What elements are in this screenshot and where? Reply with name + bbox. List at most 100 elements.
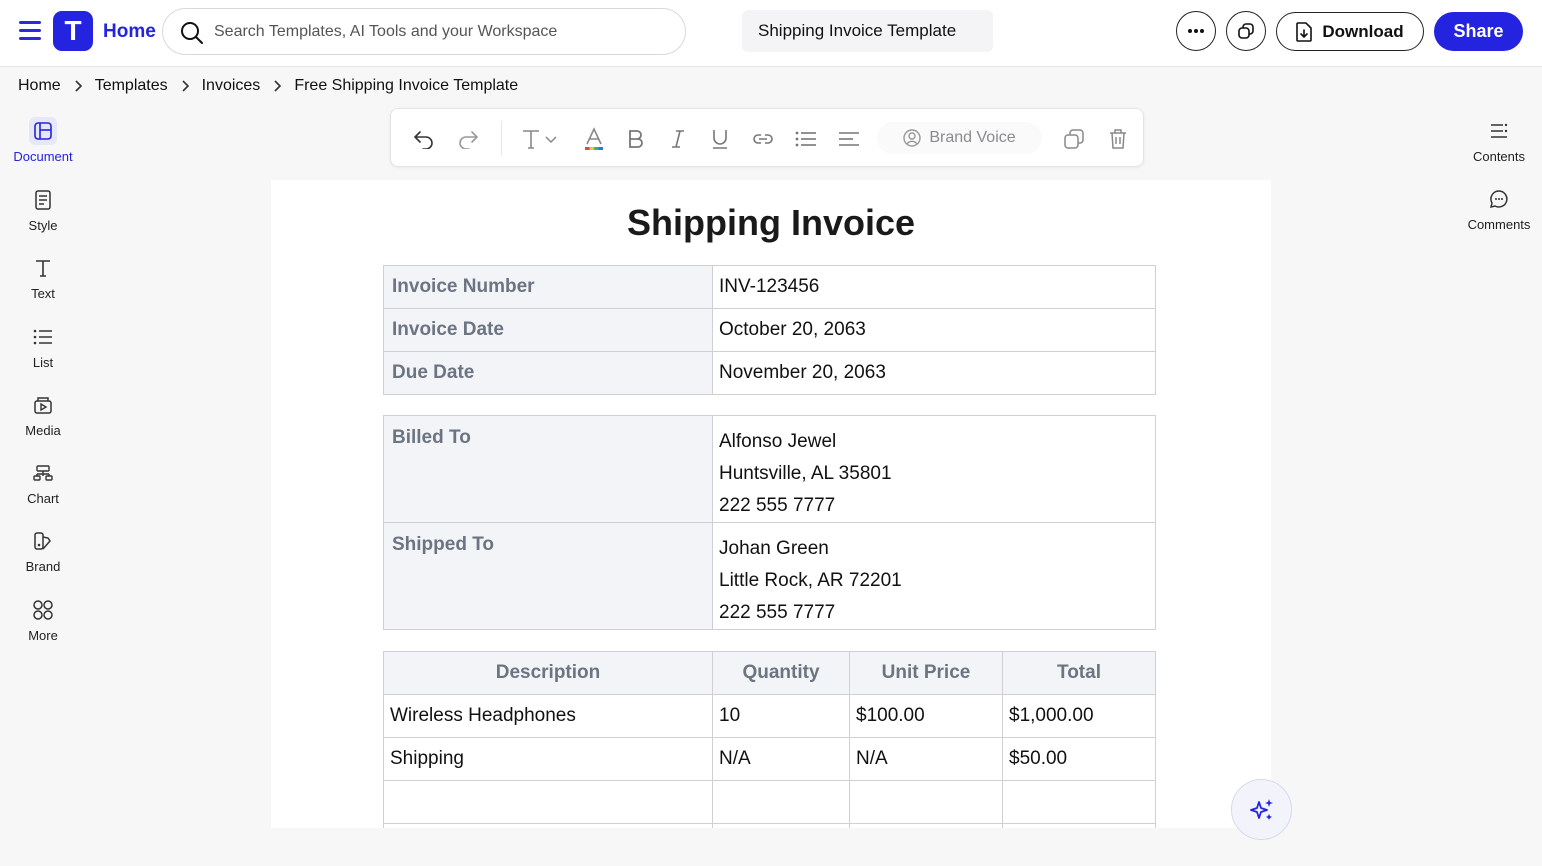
italic-icon	[672, 130, 684, 148]
table-cell[interactable]	[1002, 823, 1156, 828]
column-header[interactable]: Unit Price	[849, 651, 1003, 695]
duplicate-button[interactable]	[1226, 11, 1266, 51]
italic-button[interactable]	[665, 126, 691, 152]
table-cell[interactable]: N/A	[712, 737, 850, 781]
align-button[interactable]	[836, 126, 862, 152]
brand-voice-icon	[903, 129, 922, 147]
copy-icon	[1238, 23, 1254, 39]
chart-icon	[29, 459, 57, 487]
duplicate-block-button[interactable]	[1061, 126, 1087, 152]
sidebar-item-comments[interactable]: Comments	[1456, 185, 1542, 232]
table-cell-label[interactable]: Invoice Number	[383, 265, 713, 309]
download-label: Download	[1322, 21, 1404, 41]
sidebar-item-brand[interactable]: Brand	[0, 527, 86, 574]
media-icon	[29, 391, 57, 419]
underline-button[interactable]	[707, 126, 733, 152]
align-left-icon	[839, 132, 859, 146]
sidebar-item-text[interactable]: Text	[0, 254, 86, 301]
breadcrumb-item[interactable]: Home	[18, 77, 61, 95]
breadcrumb-current: Free Shipping Invoice Template	[294, 77, 519, 94]
table-row: Invoice Date October 20, 2063	[383, 308, 1156, 352]
table-cell[interactable]	[849, 823, 1003, 828]
sidebar-item-more[interactable]: More	[0, 596, 86, 643]
ellipsis-icon	[1188, 29, 1204, 33]
table-cell[interactable]: N/A	[849, 737, 1003, 781]
list-icon	[29, 323, 57, 351]
breadcrumb-item[interactable]: Invoices	[202, 77, 261, 95]
comment-icon	[1485, 185, 1513, 213]
table-cell-label[interactable]: Billed To	[383, 415, 713, 523]
column-header[interactable]: Quantity	[712, 651, 850, 695]
table-cell-label[interactable]: Invoice Date	[383, 308, 713, 352]
table-cell-value[interactable]: Alfonso Jewel Huntsville, AL 35801 222 5…	[712, 415, 1156, 523]
sidebar-item-style[interactable]: Style	[0, 186, 86, 233]
home-link[interactable]: Home	[103, 21, 156, 43]
table-cell[interactable]	[849, 780, 1003, 824]
brand-icon	[29, 527, 57, 555]
sidebar-item-label: Style	[28, 218, 58, 233]
undo-button[interactable]	[411, 126, 437, 152]
delete-block-button[interactable]	[1105, 126, 1131, 152]
address-line: 222 555 7777	[719, 495, 836, 516]
share-button[interactable]: Share	[1434, 12, 1523, 51]
table-cell-value[interactable]: INV-123456	[712, 265, 1156, 309]
ai-assistant-button[interactable]	[1231, 779, 1292, 840]
table-cell[interactable]: 10	[712, 694, 850, 738]
table-cell-value[interactable]: Johan Green Little Rock, AR 72201 222 55…	[712, 522, 1156, 630]
search-input[interactable]	[214, 20, 664, 44]
column-header[interactable]: Description	[383, 651, 713, 695]
download-button[interactable]: Download	[1276, 12, 1424, 51]
address-line: Alfonso Jewel	[719, 431, 837, 452]
font-color-button[interactable]	[581, 126, 607, 152]
items-table: Description Quantity Unit Price Total Wi…	[383, 651, 1156, 828]
copy-icon	[1064, 129, 1084, 149]
sidebar-item-chart[interactable]: Chart	[0, 459, 86, 506]
table-cell-label[interactable]: Due Date	[383, 351, 713, 395]
bullet-list-icon	[795, 131, 816, 147]
brand-voice-button[interactable]: Brand Voice	[877, 122, 1042, 154]
redo-button[interactable]	[455, 126, 481, 152]
breadcrumb-item[interactable]: Templates	[95, 77, 168, 95]
sidebar-item-media[interactable]: Media	[0, 391, 86, 438]
sidebar-item-list[interactable]: List	[0, 323, 86, 370]
sidebar-item-label: Contents	[1472, 149, 1526, 164]
table-cell[interactable]	[383, 823, 713, 828]
table-cell-value[interactable]: October 20, 2063	[712, 308, 1156, 352]
table-cell[interactable]: Shipping	[383, 737, 713, 781]
formatting-toolbar: Brand Voice	[390, 108, 1144, 167]
sidebar-item-label: Media	[25, 423, 61, 438]
layout-icon	[29, 117, 57, 145]
link-button[interactable]	[750, 126, 776, 152]
address-line: Little Rock, AR 72201	[719, 570, 902, 591]
app-logo[interactable]: T	[53, 11, 93, 51]
table-row: Shipping N/A N/A $50.00	[383, 737, 1156, 781]
menu-icon[interactable]	[19, 21, 41, 41]
document-page[interactable]: Shipping Invoice Invoice Number INV-1234…	[271, 180, 1271, 828]
address-line: Huntsville, AL 35801	[719, 463, 892, 484]
bold-button[interactable]	[623, 126, 649, 152]
table-cell[interactable]: Wireless Headphones	[383, 694, 713, 738]
table-row: Billed To Alfonso Jewel Huntsville, AL 3…	[383, 415, 1156, 523]
table-cell[interactable]: $100.00	[849, 694, 1003, 738]
table-cell[interactable]: $1,000.00	[1002, 694, 1156, 738]
table-cell[interactable]	[383, 780, 713, 824]
sidebar-item-label: Chart	[27, 491, 59, 506]
sidebar-item-document[interactable]: Document	[0, 117, 86, 164]
chevron-right-icon	[74, 80, 82, 92]
invoice-title[interactable]: Shipping Invoice	[271, 202, 1271, 244]
table-cell[interactable]	[1002, 780, 1156, 824]
bullet-list-button[interactable]	[793, 126, 819, 152]
style-icon	[29, 186, 57, 214]
text-style-dropdown[interactable]	[519, 126, 561, 152]
table-cell-label[interactable]: Shipped To	[383, 522, 713, 630]
document-title[interactable]: Shipping Invoice Template	[742, 10, 993, 52]
table-cell[interactable]	[712, 780, 850, 824]
search-box[interactable]	[162, 8, 686, 55]
table-cell-value[interactable]: November 20, 2063	[712, 351, 1156, 395]
more-options-button[interactable]	[1176, 11, 1216, 51]
column-header[interactable]: Total	[1002, 651, 1156, 695]
sidebar-item-contents[interactable]: Contents	[1456, 117, 1542, 164]
table-cell[interactable]	[712, 823, 850, 828]
table-cell[interactable]: $50.00	[1002, 737, 1156, 781]
trash-icon	[1110, 129, 1126, 149]
